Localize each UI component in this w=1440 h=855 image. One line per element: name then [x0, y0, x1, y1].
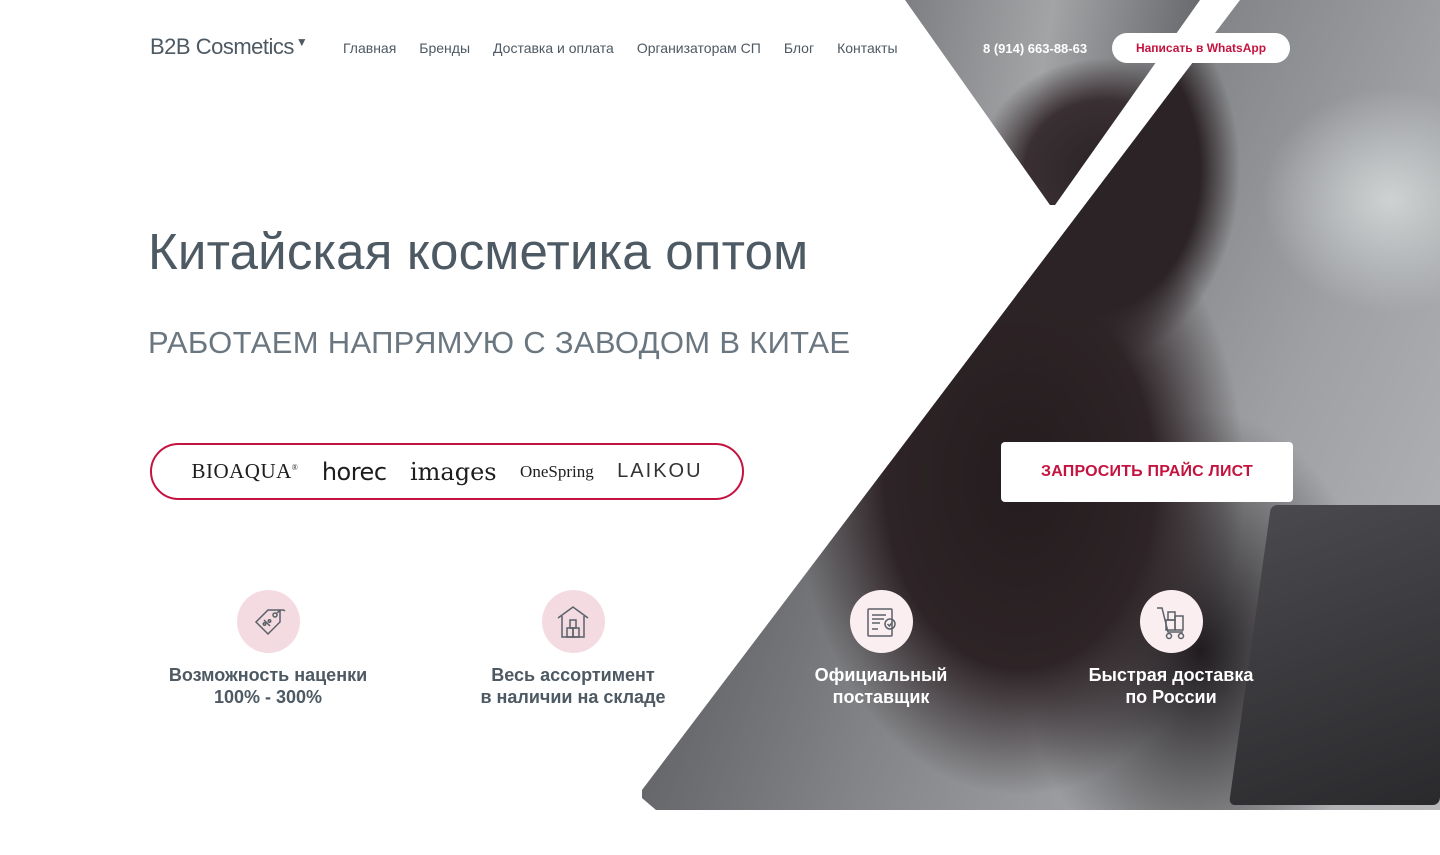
logo-triangle-icon: ▼	[295, 35, 308, 49]
brands-strip: BIOAQUA® horec images OneSpring LAIKOU	[150, 443, 744, 500]
warehouse-icon	[541, 590, 605, 653]
request-price-list-button[interactable]: ЗАПРОСИТЬ ПРАЙС ЛИСТ	[1001, 442, 1293, 502]
phone-number[interactable]: 8 (914) 663-88-63	[983, 41, 1087, 56]
nav-link-home[interactable]: Главная	[343, 40, 396, 56]
brand-logo-images[interactable]: images	[410, 458, 497, 486]
site-logo[interactable]: B2B Cosmetics ▼	[150, 33, 308, 61]
certificate-icon	[849, 590, 913, 653]
feature-text-line1: Весь ассортимент	[491, 665, 655, 685]
page-title: Китайская косметика оптом	[148, 223, 809, 280]
brand-logo-bioaqua-text: BIOAQUA	[191, 459, 292, 483]
nav-link-organizers[interactable]: Организаторам СП	[637, 40, 761, 56]
feature-stock: Весь ассортимент в наличии на складе	[443, 590, 703, 708]
page-subtitle: РАБОТАЕМ НАПРЯМУЮ С ЗАВОДОМ В КИТАЕ	[148, 325, 851, 360]
feature-text-line2: поставщик	[832, 687, 930, 707]
brand-logo-onespring[interactable]: OneSpring	[520, 462, 594, 482]
main-nav: Главная Бренды Доставка и оплата Организ…	[343, 40, 898, 56]
logo-text: B2B Cosmetics	[150, 34, 294, 59]
whatsapp-button[interactable]: Написать в WhatsApp	[1112, 33, 1290, 63]
feature-text-line2: в наличии на складе	[480, 687, 666, 707]
brand-logo-horec[interactable]: horec	[322, 458, 387, 486]
nav-link-blog[interactable]: Блог	[784, 40, 814, 56]
photo-shade	[642, 0, 1440, 810]
feature-markup: Возможность наценки 100% - 300%	[138, 590, 398, 708]
hero-background-photo	[642, 0, 1440, 810]
brand-logo-bioaqua[interactable]: BIOAQUA®	[191, 459, 298, 484]
nav-link-contacts[interactable]: Контакты	[837, 40, 897, 56]
registered-mark: ®	[291, 463, 299, 472]
feature-text-line1: Быстрая доставка	[1088, 665, 1254, 685]
feature-text-line2: 100% - 300%	[213, 687, 323, 707]
feature-official: Официальный поставщик	[751, 590, 1011, 708]
feature-delivery: Быстрая доставка по России	[1041, 590, 1301, 708]
price-tag-icon	[236, 590, 300, 653]
nav-link-brands[interactable]: Бренды	[419, 40, 470, 56]
delivery-cart-icon	[1139, 590, 1203, 653]
nav-link-delivery[interactable]: Доставка и оплата	[493, 40, 614, 56]
feature-text-line1: Возможность наценки	[168, 665, 368, 685]
brand-logo-laikou[interactable]: LAIKOU	[617, 460, 702, 483]
feature-text-line1: Официальный	[814, 665, 948, 685]
feature-text-line2: по России	[1125, 687, 1217, 707]
